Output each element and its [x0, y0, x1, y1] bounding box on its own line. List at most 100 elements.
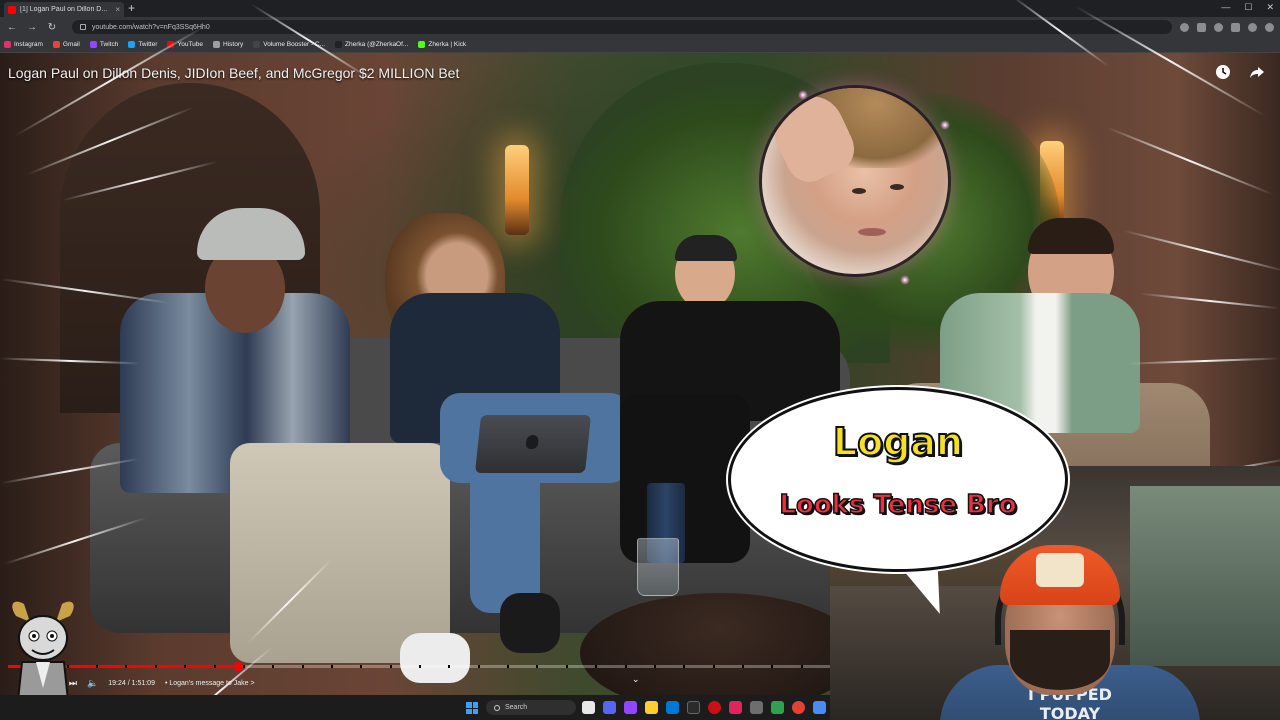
- close-tab-icon[interactable]: ×: [115, 5, 120, 14]
- chapter-marker: [213, 665, 216, 668]
- bookmark-label: Zherka (@ZherkaOf...: [345, 41, 409, 48]
- chapter-marker: [683, 665, 686, 668]
- bookmark-favicon-icon: [4, 41, 11, 48]
- time-display: 19:24 / 1:51:09: [108, 679, 155, 687]
- chapter-marker: [741, 665, 744, 668]
- portrait-mouth: [858, 228, 886, 236]
- youtube-favicon-icon: [8, 5, 16, 14]
- bookmark-item[interactable]: Zherka | Kick: [418, 41, 466, 48]
- bookmark-favicon-icon: [253, 41, 261, 48]
- webcam-window: [1130, 486, 1280, 666]
- chevron-down-icon[interactable]: ⌄: [632, 674, 640, 685]
- zoom-icon[interactable]: [1180, 22, 1189, 32]
- taskbar-search-label: Search: [505, 704, 528, 711]
- sparkle-icon: [900, 275, 910, 285]
- sidebar-icon[interactable]: [1231, 22, 1240, 32]
- chapter-marker: [419, 665, 421, 668]
- browser-tab-active[interactable]: [1] Logan Paul on Dillon D... ×: [4, 2, 124, 17]
- video-title[interactable]: Logan Paul on Dillon Denis, JIDIon Beef,…: [8, 65, 459, 81]
- apple-logo-icon: [525, 435, 539, 449]
- file-explorer-icon[interactable]: [582, 701, 595, 714]
- extension-puzzle-icon[interactable]: [1214, 22, 1223, 32]
- chapter-marker: [595, 665, 598, 668]
- bookmark-item[interactable]: History: [213, 41, 243, 48]
- tab-title: [1] Logan Paul on Dillon D...: [20, 6, 108, 13]
- chapter-marker: [565, 665, 568, 668]
- store-icon[interactable]: [666, 701, 679, 714]
- profile-avatar-icon[interactable]: [1248, 22, 1257, 32]
- cap-patch: [1036, 553, 1084, 587]
- clock-icon[interactable]: [1214, 63, 1232, 81]
- twitch-icon[interactable]: [624, 701, 637, 714]
- chapter-marker: [360, 665, 363, 668]
- new-tab-button[interactable]: +: [128, 2, 135, 14]
- screen: [1] Logan Paul on Dillon D... × + — ☐ ✕ …: [0, 0, 1280, 720]
- bookmark-favicon-icon: [52, 41, 60, 48]
- volume-icon[interactable]: 🔈: [87, 678, 98, 689]
- share-icon[interactable]: [1248, 63, 1266, 81]
- bookmark-favicon-icon: [128, 41, 136, 48]
- obs-icon[interactable]: [687, 701, 700, 714]
- app-icon[interactable]: [813, 701, 826, 714]
- video-progress-bar[interactable]: [8, 662, 830, 671]
- opera-icon[interactable]: [708, 701, 721, 714]
- speech-bubble: [728, 387, 1068, 572]
- back-icon[interactable]: ←: [6, 22, 18, 33]
- bookmark-label: Gmail: [62, 41, 80, 48]
- bookmark-favicon-icon: [89, 41, 97, 48]
- bookmark-favicon-icon: [335, 41, 343, 48]
- player-controls: ▶ ⏭ 🔈 19:24 / 1:51:09 • Logan's message …: [0, 672, 830, 694]
- chapter-marker: [624, 665, 627, 668]
- search-icon: [494, 704, 500, 711]
- chapter-marker: [507, 665, 510, 668]
- chapter-marker: [184, 665, 187, 668]
- bookmark-star-icon[interactable]: [1197, 22, 1206, 32]
- bookmark-item[interactable]: Zherka (@ZherkaOf...: [335, 41, 408, 48]
- bookmark-item[interactable]: Twitch: [89, 41, 119, 48]
- windows-start-icon[interactable]: [466, 702, 478, 714]
- bookmark-favicon-icon: [418, 41, 426, 48]
- video-top-actions: [1214, 63, 1266, 81]
- spotify-icon[interactable]: [771, 701, 784, 714]
- maximize-icon[interactable]: ☐: [1244, 2, 1252, 13]
- forward-icon[interactable]: →: [26, 22, 38, 33]
- circle-portrait: [762, 88, 948, 274]
- chapter-marker: [536, 665, 539, 668]
- portrait-eye-left: [852, 188, 866, 194]
- bookmark-label: Twitter: [138, 41, 158, 48]
- address-bar[interactable]: youtube.com/watch?v=nFq3SSq6Hh0: [72, 20, 1172, 34]
- settings-icon[interactable]: [750, 701, 763, 714]
- portrait-eye-right: [890, 184, 904, 190]
- bookmark-item[interactable]: Gmail: [52, 41, 80, 48]
- taskbar-search[interactable]: Search: [486, 700, 576, 715]
- minimize-icon[interactable]: —: [1221, 2, 1230, 13]
- streamlabs-icon[interactable]: [729, 701, 742, 714]
- chapter-marker: [771, 665, 774, 668]
- folder-icon[interactable]: [645, 701, 658, 714]
- chapter-marker: [712, 665, 715, 668]
- menu-kebab-icon[interactable]: [1265, 22, 1274, 32]
- bookmark-label: Twitch: [99, 41, 119, 48]
- chapter-marker: [477, 665, 480, 668]
- extension-icons: [1180, 22, 1274, 32]
- reload-icon[interactable]: ↻: [46, 22, 58, 33]
- chrome-icon[interactable]: [792, 701, 805, 714]
- close-window-icon[interactable]: ✕: [1266, 2, 1274, 13]
- chapter-marker: [389, 665, 392, 668]
- chapter-marker: [800, 665, 803, 668]
- chapter-marker: [448, 665, 451, 668]
- discord-icon[interactable]: [603, 701, 616, 714]
- bookmark-item[interactable]: Twitter: [128, 41, 157, 48]
- chapter-marker: [301, 665, 304, 668]
- chapter-marker: [330, 665, 333, 668]
- chapter-title[interactable]: • Logan's message to Jake >: [165, 680, 255, 687]
- taskbar-apps: [582, 701, 826, 714]
- chapter-marker: [272, 665, 275, 668]
- chapter-marker: [154, 665, 157, 668]
- bookmark-label: Zherka | Kick: [428, 41, 467, 48]
- sparkle-icon: [940, 120, 950, 130]
- water-glass: [637, 538, 679, 596]
- bookmark-item[interactable]: Instagram: [4, 41, 43, 48]
- lock-icon: [80, 24, 86, 30]
- chapter-marker: [242, 665, 245, 668]
